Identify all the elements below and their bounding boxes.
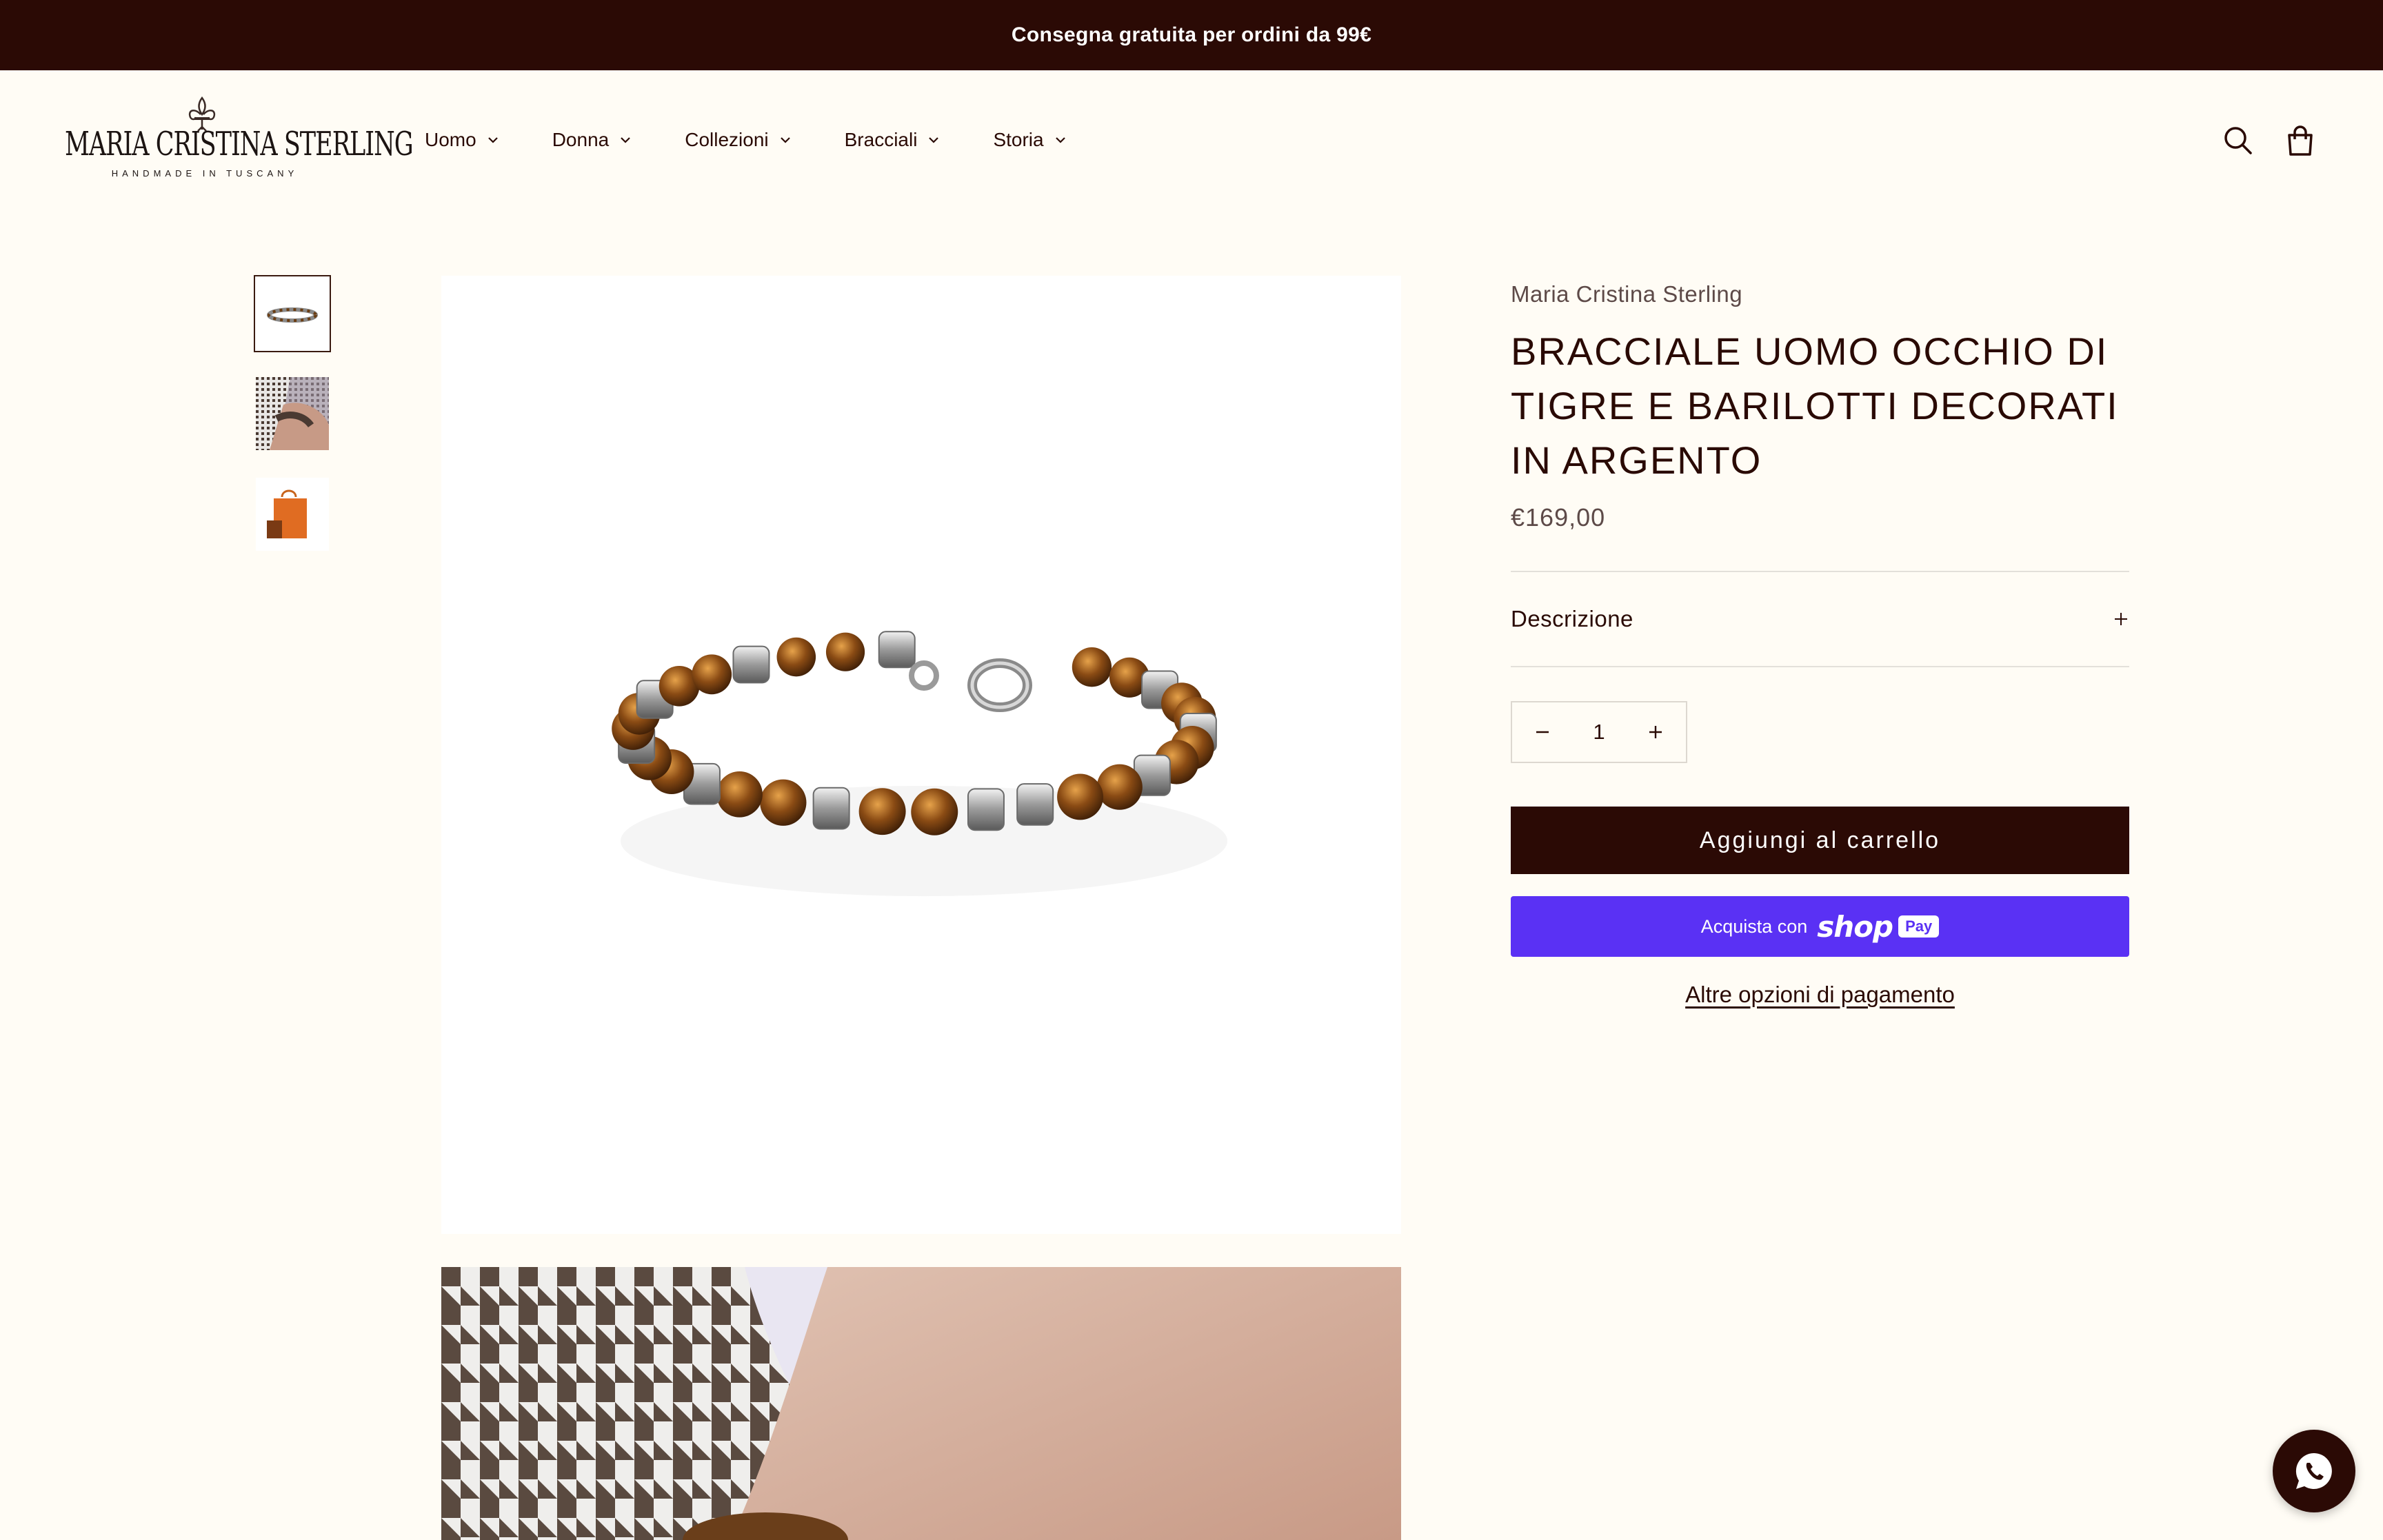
more-payment-options-link[interactable]: Altre opzioni di pagamento — [1511, 982, 2129, 1008]
accordion-label: Descrizione — [1511, 606, 1633, 631]
quantity-stepper: 1 — [1511, 701, 1687, 763]
main-nav: Uomo Donna Collezioni Bracciali Storia — [425, 125, 1120, 154]
nav-item-donna[interactable]: Donna — [552, 125, 632, 154]
silver-barrel — [878, 631, 916, 669]
shop-pay-label: Acquista con — [1700, 915, 1808, 937]
whatsapp-chat-button[interactable] — [2273, 1430, 2355, 1512]
add-to-cart-button[interactable]: Aggiungi al carrello — [1511, 807, 2129, 874]
wrist-image — [441, 1267, 1401, 1540]
product-wrist-image[interactable] — [441, 1267, 1401, 1540]
thumbnail-bracelet[interactable] — [254, 275, 331, 352]
increase-quantity-button[interactable] — [1625, 702, 1686, 762]
product-price: €169,00 — [1511, 503, 1606, 531]
silver-barrel — [967, 788, 1005, 831]
tiger-eye-bead — [911, 788, 958, 835]
nav-item-label: Bracciali — [844, 129, 918, 150]
logo[interactable]: MARIA CRISTINA STERLING HANDMADE IN TUSC… — [65, 97, 414, 186]
tiger-eye-bead — [760, 779, 807, 826]
silver-barrel — [812, 787, 850, 830]
tiger-eye-bead — [1072, 647, 1112, 687]
nav-item-label: Uomo — [425, 129, 476, 150]
nav-item-bracciali[interactable]: Bracciali — [845, 125, 940, 154]
bracelet-thumbnail-image — [267, 307, 318, 323]
shop-pay-logo: shop — [1817, 909, 1893, 944]
wrist-thumbnail-image — [256, 377, 329, 450]
quantity-input[interactable]: 1 — [1573, 720, 1625, 744]
tiger-eye-bead — [1057, 773, 1103, 820]
tiger-eye-bead — [776, 637, 816, 677]
nav-item-storia[interactable]: Storia — [993, 125, 1065, 154]
search-icon — [2224, 127, 2252, 154]
bracelet-image — [612, 631, 1227, 896]
tiger-eye-bead — [1096, 764, 1143, 810]
chevron-down-icon — [1055, 137, 1065, 143]
whatsapp-icon — [2295, 1452, 2332, 1489]
cart-button[interactable] — [2284, 124, 2317, 157]
shop-pay-badge: Pay — [1898, 915, 1940, 938]
announcement-bar: Consegna gratuita per ordini da 99€ — [0, 0, 2383, 70]
search-button[interactable] — [2222, 124, 2255, 157]
chevron-down-icon — [929, 137, 939, 143]
description-accordion[interactable]: Descrizione — [1511, 572, 2129, 666]
nav-item-label: Storia — [993, 129, 1044, 150]
thumbnail-packaging[interactable] — [256, 478, 329, 551]
tiger-eye-bead — [858, 788, 906, 835]
shop-pay-button[interactable]: Acquista con shop Pay — [1511, 896, 2129, 957]
product-vendor[interactable]: Maria Cristina Sterling — [1511, 281, 1742, 307]
divider — [1511, 666, 2129, 667]
logo-wordmark: MARIA CRISTINA STERLING — [65, 126, 414, 163]
tiger-eye-bead — [825, 632, 865, 671]
nav-item-label: Donna — [552, 129, 610, 150]
announcement-text: Consegna gratuita per ordini da 99€ — [1011, 23, 1372, 46]
chevron-down-icon — [621, 137, 630, 143]
logo-tagline: HANDMADE IN TUSCANY — [111, 168, 299, 179]
chevron-down-icon — [780, 137, 790, 143]
nav-item-uomo[interactable]: Uomo — [425, 125, 499, 154]
product-main-image[interactable] — [441, 276, 1401, 1234]
minus-icon — [1536, 731, 1549, 733]
plus-icon — [2115, 613, 2127, 625]
thumbnail-wrist[interactable] — [256, 377, 329, 450]
bag-icon — [2288, 125, 2313, 156]
silver-barrel — [732, 645, 770, 684]
product-title: BRACCIALE UOMO OCCHIO DI TIGRE E BARILOT… — [1511, 330, 2119, 482]
silver-barrel — [1016, 783, 1054, 826]
tiger-eye-bead — [716, 771, 763, 818]
decrease-quantity-button[interactable] — [1512, 702, 1573, 762]
nav-item-label: Collezioni — [685, 129, 769, 150]
nav-item-collezioni[interactable]: Collezioni — [685, 125, 790, 154]
site-header: MARIA CRISTINA STERLING HANDMADE IN TUSC… — [0, 70, 2383, 208]
packaging-thumbnail-image — [256, 478, 329, 551]
tiger-eye-bead — [692, 654, 732, 695]
chevron-down-icon — [487, 137, 498, 143]
plus-icon — [1649, 726, 1662, 738]
